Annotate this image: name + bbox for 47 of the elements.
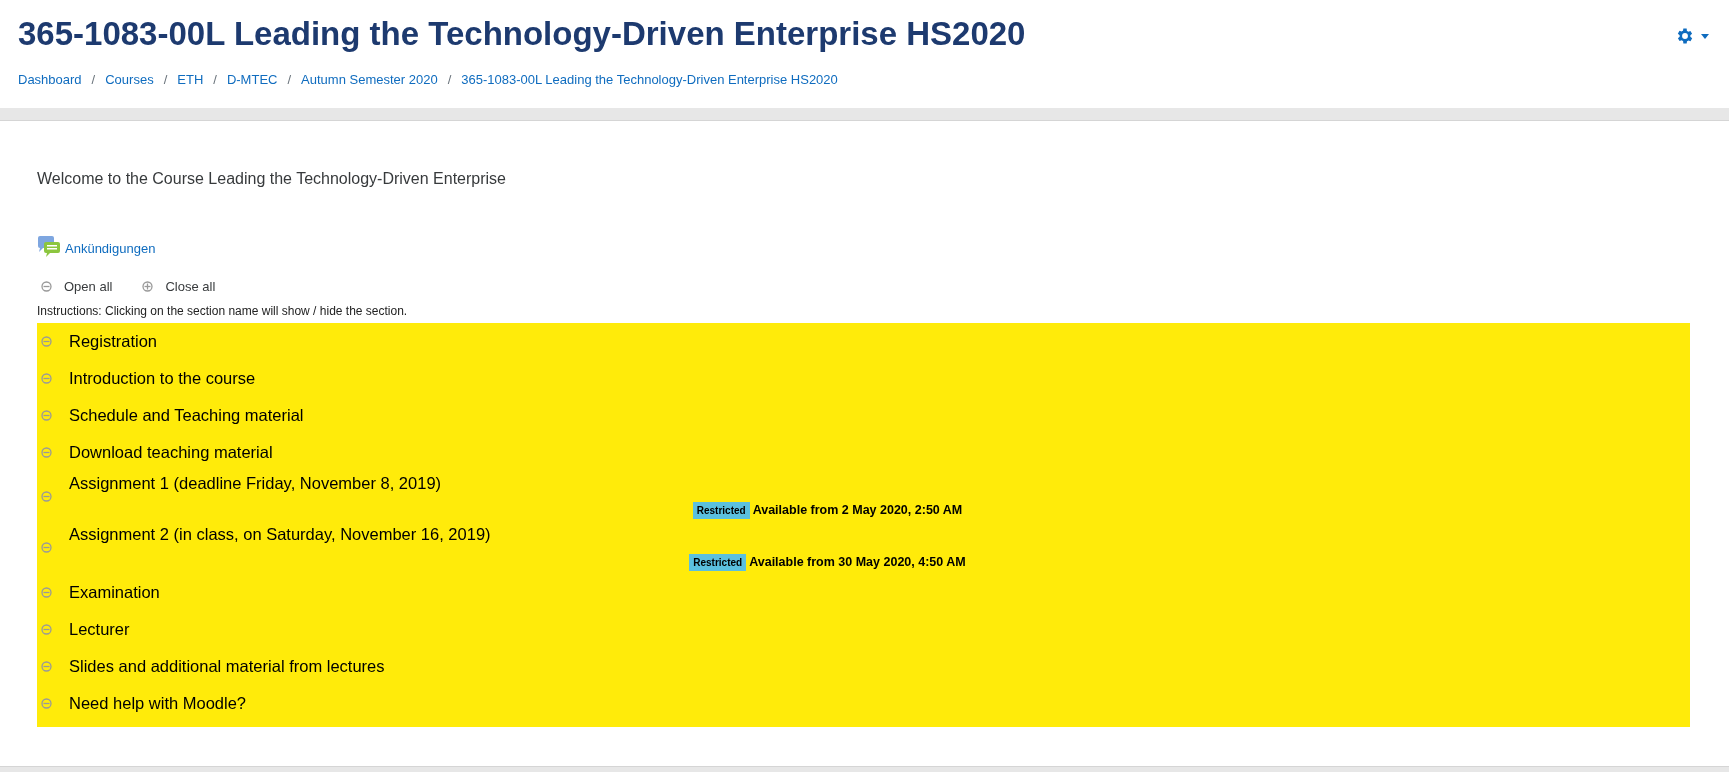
section-title[interactable]: Assignment 2 (in class, on Saturday, November 16, 2019) — [69, 522, 491, 547]
breadcrumb-link[interactable]: ETH — [177, 70, 204, 90]
breadcrumb-separator: / — [446, 71, 453, 89]
course-title: 365-1083-00L Leading the Technology-Driven Enterprise HS2020 — [18, 14, 1026, 54]
circle-minus-icon — [41, 281, 52, 293]
section-toggle-icon — [41, 409, 52, 421]
welcome-text: Welcome to the Course Leading the Technology-Driven Enterprise — [37, 168, 507, 189]
section-toggle-icon — [41, 490, 52, 502]
breadcrumb-link[interactable]: 365-1083-00L Leading the Technology-Driven Enterprise HS2020 — [461, 70, 838, 90]
restricted-badge: Restricted — [692, 502, 750, 520]
availability-text: Available from 2 May 2020, 2:50 AM — [752, 502, 963, 520]
section-title[interactable]: Slides and additional material from lectures — [69, 653, 385, 679]
breadcrumb-link[interactable]: D-MTEC — [226, 70, 278, 90]
forum-link[interactable]: Ankündigungen — [65, 238, 156, 258]
section-title[interactable]: Lecturer — [69, 616, 130, 642]
breadcrumb-link[interactable]: Dashboard — [18, 70, 82, 90]
section-title[interactable]: Need help with Moodle? — [69, 690, 247, 716]
availability-text: Available from 30 May 2020, 4:50 AM — [749, 553, 966, 571]
gear-icon — [1675, 26, 1695, 46]
section-title[interactable]: Download teaching material — [69, 439, 273, 465]
instructions-text: Instructions: Clicking on the section name will show / hide the section. — [37, 302, 409, 320]
section-toggle-icon — [41, 542, 52, 554]
breadcrumb-link[interactable]: Autumn Semester 2020 — [301, 70, 438, 90]
toggle-all-button[interactable]: Close all — [142, 277, 216, 297]
breadcrumb-separator: / — [212, 71, 218, 89]
section-title[interactable]: Registration — [69, 328, 158, 354]
section-title[interactable]: Assignment 1 (deadline Friday, November 8, 2019) — [69, 470, 442, 496]
section-toggle-icon — [41, 697, 52, 709]
toggle-all-button[interactable]: Open all — [41, 277, 113, 297]
section-toggle-icon — [41, 335, 52, 347]
section-toggle-icon — [41, 372, 52, 384]
section-title[interactable]: Schedule and Teaching material — [69, 402, 304, 428]
breadcrumb-separator: / — [90, 71, 97, 89]
restricted-badge: Restricted — [689, 553, 747, 571]
section-toggle-icon — [41, 623, 52, 635]
section-toggle-icon — [41, 660, 52, 672]
caret-icon — [1701, 33, 1709, 39]
circle-plus-icon — [142, 281, 154, 293]
settings-menu-button[interactable] — [1675, 26, 1709, 46]
section-title[interactable]: Examination — [69, 579, 160, 605]
section-toggle-icon — [41, 446, 52, 458]
chat-bubbles-icon — [37, 235, 61, 258]
breadcrumb-link[interactable]: Courses — [105, 70, 154, 90]
section-toggle-icon — [41, 586, 52, 598]
breadcrumb-separator: / — [162, 71, 169, 89]
section-title[interactable]: Introduction to the course — [69, 365, 256, 391]
breadcrumb-separator: / — [286, 71, 293, 89]
